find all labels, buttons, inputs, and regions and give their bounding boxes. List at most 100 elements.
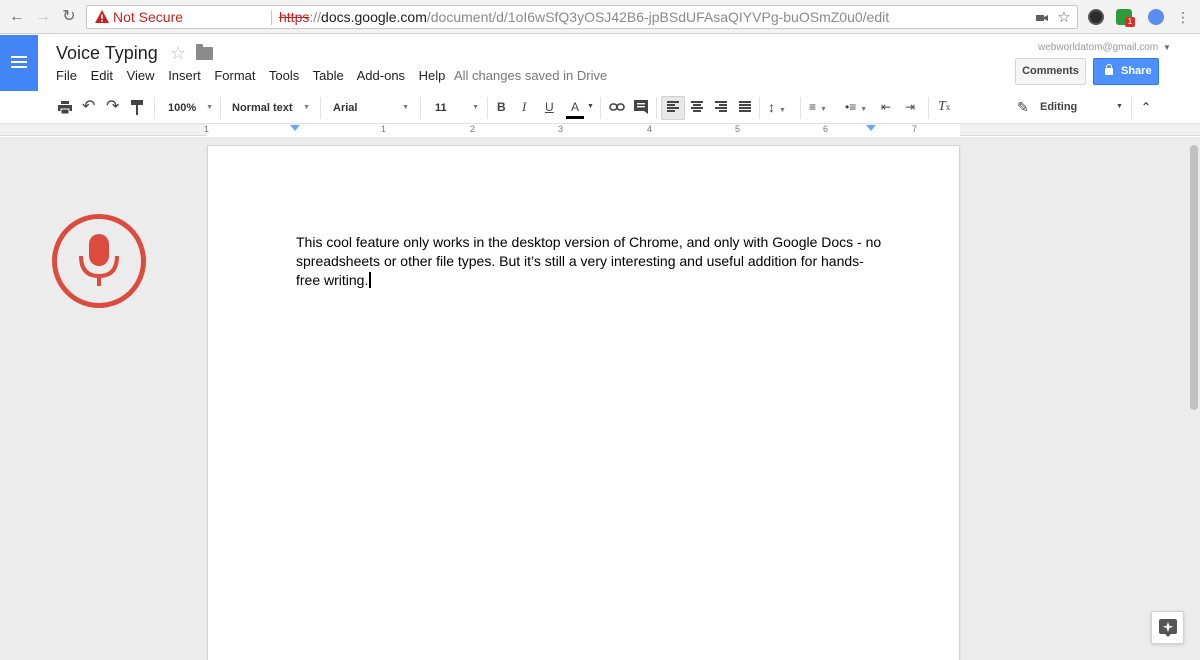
- document-body[interactable]: This cool feature only works in the desk…: [296, 233, 886, 290]
- microphone-icon: [79, 234, 119, 286]
- docs-home-icon[interactable]: [0, 35, 38, 91]
- print-icon[interactable]: [58, 101, 72, 114]
- forward-arrow-icon[interactable]: →: [34, 8, 52, 26]
- font-value: Arial: [333, 102, 358, 114]
- ruler-number: 7: [912, 124, 918, 134]
- bold-button[interactable]: B: [497, 98, 506, 116]
- font-caret-icon: ▼: [402, 104, 409, 111]
- italic-button[interactable]: I: [522, 98, 526, 116]
- decrease-indent-icon[interactable]: ⇤: [881, 98, 891, 116]
- comment-icon[interactable]: [634, 100, 648, 114]
- explore-button[interactable]: [1151, 611, 1184, 644]
- star-icon[interactable]: ☆: [170, 43, 186, 64]
- undo-icon[interactable]: ↶: [82, 98, 95, 116]
- numbered-list-icon[interactable]: ≡ ▼: [809, 98, 827, 116]
- lock-icon: [1105, 64, 1113, 75]
- toolbar-divider: [320, 97, 321, 119]
- menu-file[interactable]: File: [56, 68, 77, 83]
- underline-button[interactable]: U: [545, 98, 554, 116]
- menu-insert[interactable]: Insert: [168, 68, 201, 83]
- toolbar-divider: [656, 97, 657, 119]
- address-bar[interactable]: Not Secure https://docs.google.com/docum…: [86, 5, 1078, 29]
- toolbar-divider: [154, 97, 155, 119]
- clear-formatting-icon[interactable]: Tx: [938, 98, 950, 116]
- editing-mode-select[interactable]: Editing: [1040, 98, 1077, 116]
- font-size-caret-icon: ▼: [472, 104, 479, 111]
- font-select[interactable]: Arial ▼: [333, 97, 409, 119]
- left-indent-marker[interactable]: [290, 125, 300, 131]
- redo-icon[interactable]: ↷: [106, 98, 119, 116]
- security-status: Not Secure: [113, 9, 184, 25]
- folder-icon[interactable]: [196, 44, 213, 60]
- url-separator: ://: [309, 9, 322, 25]
- menu-addons[interactable]: Add-ons: [357, 68, 405, 83]
- vertical-scrollbar[interactable]: [1190, 145, 1198, 410]
- justify-icon[interactable]: [739, 101, 751, 112]
- toolbar-divider: [420, 97, 421, 119]
- menu-help[interactable]: Help: [419, 68, 446, 83]
- voice-typing-microphone-button[interactable]: [52, 214, 146, 308]
- menu-table[interactable]: Table: [313, 68, 344, 83]
- comments-button[interactable]: Comments: [1015, 58, 1086, 85]
- align-center-icon[interactable]: [691, 101, 703, 112]
- mode-caret-icon[interactable]: ▼: [1116, 98, 1123, 116]
- save-status[interactable]: All changes saved in Drive: [454, 68, 607, 83]
- camera-icon[interactable]: [1035, 11, 1049, 25]
- explore-icon: [1159, 619, 1177, 637]
- extension-icon[interactable]: [1088, 9, 1104, 25]
- ruler: 1 1 2 3 4 5 6 7: [0, 124, 1200, 136]
- warning-icon: [95, 10, 109, 23]
- document-canvas: This cool feature only works in the desk…: [0, 137, 1200, 660]
- ruler-number: 1: [381, 124, 387, 134]
- extension-badge: 1: [1125, 17, 1135, 27]
- account-email[interactable]: webworldatom@gmail.com: [1038, 42, 1158, 53]
- browser-toolbar: ← → ↻ Not Secure https://docs.google.com…: [0, 0, 1200, 34]
- toolbar-divider: [487, 97, 488, 119]
- reload-icon[interactable]: ↻: [60, 8, 78, 26]
- collapse-menu-icon[interactable]: ⌃: [1141, 98, 1151, 116]
- account-caret-icon[interactable]: ▼: [1163, 43, 1171, 52]
- share-label: Share: [1121, 65, 1152, 77]
- url-text: https://docs.google.com/document/d/1oI6w…: [279, 6, 889, 28]
- right-indent-marker[interactable]: [866, 125, 876, 131]
- align-right-icon[interactable]: [715, 101, 727, 112]
- menu-format[interactable]: Format: [214, 68, 255, 83]
- bookmark-star-icon[interactable]: ☆: [1057, 10, 1071, 25]
- style-value: Normal text: [232, 102, 293, 114]
- share-button[interactable]: Share: [1093, 58, 1159, 85]
- menu-edit[interactable]: Edit: [91, 68, 113, 83]
- docs-header: Voice Typing ☆ File Edit View Insert For…: [0, 35, 1200, 91]
- omnibox-divider: [271, 10, 272, 25]
- align-left-icon: [667, 101, 679, 112]
- ruler-number: 6: [823, 124, 829, 134]
- text-color-button[interactable]: A: [566, 98, 584, 119]
- toolbar-divider: [1131, 97, 1132, 119]
- link-icon[interactable]: [609, 103, 625, 111]
- paragraph-style-select[interactable]: Normal text ▼: [232, 97, 310, 119]
- chrome-menu-icon[interactable]: ⋮: [1174, 8, 1192, 26]
- zoom-value: 100%: [168, 102, 197, 114]
- menu-tools[interactable]: Tools: [269, 68, 299, 83]
- toolbar-divider: [220, 97, 221, 119]
- text-color-swatch: [566, 116, 584, 119]
- document-page[interactable]: This cool feature only works in the desk…: [207, 145, 960, 660]
- menu-view[interactable]: View: [127, 68, 155, 83]
- profile-extension-icon[interactable]: [1148, 9, 1164, 25]
- extension-shield-icon[interactable]: 1: [1116, 9, 1135, 27]
- text-cursor: [369, 272, 372, 288]
- font-size-value: 11: [435, 102, 447, 114]
- bulleted-list-icon[interactable]: •≡ ▼: [845, 98, 867, 116]
- menu-bar: File Edit View Insert Format Tools Table…: [56, 68, 455, 83]
- text-color-caret-icon[interactable]: ▼: [587, 98, 594, 116]
- font-size-select[interactable]: 11 ▼: [435, 97, 479, 119]
- document-title[interactable]: Voice Typing: [56, 43, 158, 64]
- zoom-select[interactable]: 100% ▼: [168, 97, 213, 119]
- line-spacing-icon[interactable]: ↕ ▼: [768, 98, 786, 116]
- style-caret-icon: ▼: [303, 104, 310, 111]
- url-host: docs.google.com: [321, 9, 427, 25]
- ruler-number: 4: [647, 124, 653, 134]
- paint-format-icon[interactable]: [131, 100, 143, 115]
- increase-indent-icon[interactable]: ⇥: [905, 98, 915, 116]
- formatting-toolbar: ↶ ↷ 100% ▼ Normal text ▼ Arial ▼ 11 ▼ B I U …: [0, 91, 1200, 124]
- back-arrow-icon[interactable]: ←: [8, 8, 26, 26]
